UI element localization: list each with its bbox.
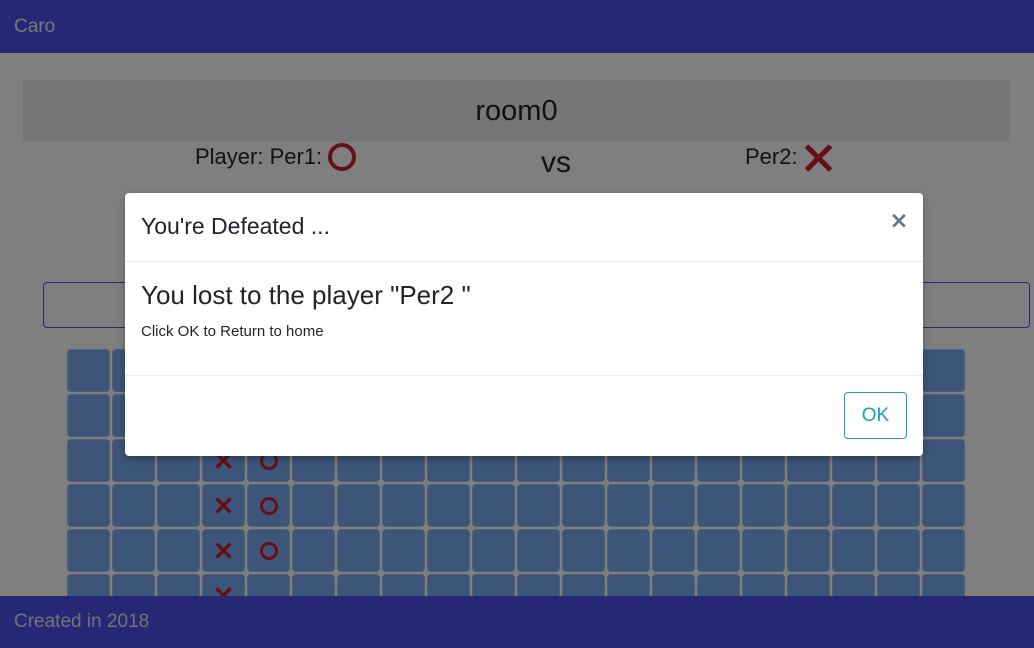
defeat-modal: You're Defeated ... × You lost to the pl… xyxy=(125,193,923,456)
modal-footer: OK xyxy=(125,376,923,457)
close-button[interactable]: × xyxy=(889,209,909,233)
return-instruction: Click OK to Return to home xyxy=(141,323,324,340)
modal-body: You lost to the player "Per2 " Click OK … xyxy=(125,262,923,376)
modal-title: You're Defeated ... xyxy=(141,213,330,239)
modal-header: You're Defeated ... × xyxy=(125,193,923,262)
ok-button[interactable]: OK xyxy=(844,392,907,439)
defeat-message: You lost to the player "Per2 " xyxy=(141,280,471,310)
